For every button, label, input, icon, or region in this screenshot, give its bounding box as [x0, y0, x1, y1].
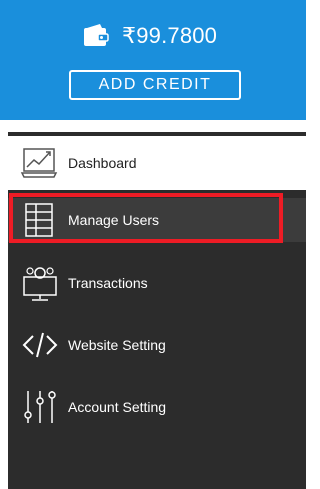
sidebar-item-label: Transactions — [68, 275, 148, 291]
sidebar-nav: Dashboard Manage Users Transactions Webs… — [8, 132, 306, 489]
sidebar-item-transactions[interactable]: Transactions — [8, 256, 306, 310]
add-credit-button[interactable]: ADD CREDIT — [69, 70, 241, 100]
sidebar-item-label: Website Setting — [68, 337, 166, 353]
sidebar-item-dashboard[interactable]: Dashboard — [8, 136, 306, 190]
wallet-header: ₹99.7800 ADD CREDIT — [0, 0, 306, 120]
sidebar-item-label: Account Setting — [68, 399, 167, 415]
sidebar-item-account-setting[interactable]: Account Setting — [8, 380, 306, 434]
wallet-icon — [84, 24, 109, 46]
sidebar-item-manage-users[interactable]: Manage Users — [8, 198, 306, 242]
sidebar-item-label: Dashboard — [68, 155, 137, 171]
sliders-icon — [24, 391, 56, 423]
balance-amount: ₹99.7800 — [122, 23, 218, 48]
wallet-balance: ₹99.7800 — [82, 20, 217, 52]
transactions-monitor-icon — [23, 267, 57, 301]
header-gap — [0, 120, 306, 132]
dashboard-chart-icon — [20, 148, 58, 178]
users-table-icon — [25, 203, 53, 237]
code-icon — [22, 332, 58, 358]
sidebar-item-website-setting[interactable]: Website Setting — [8, 318, 306, 372]
sidebar-item-label: Manage Users — [68, 212, 160, 228]
